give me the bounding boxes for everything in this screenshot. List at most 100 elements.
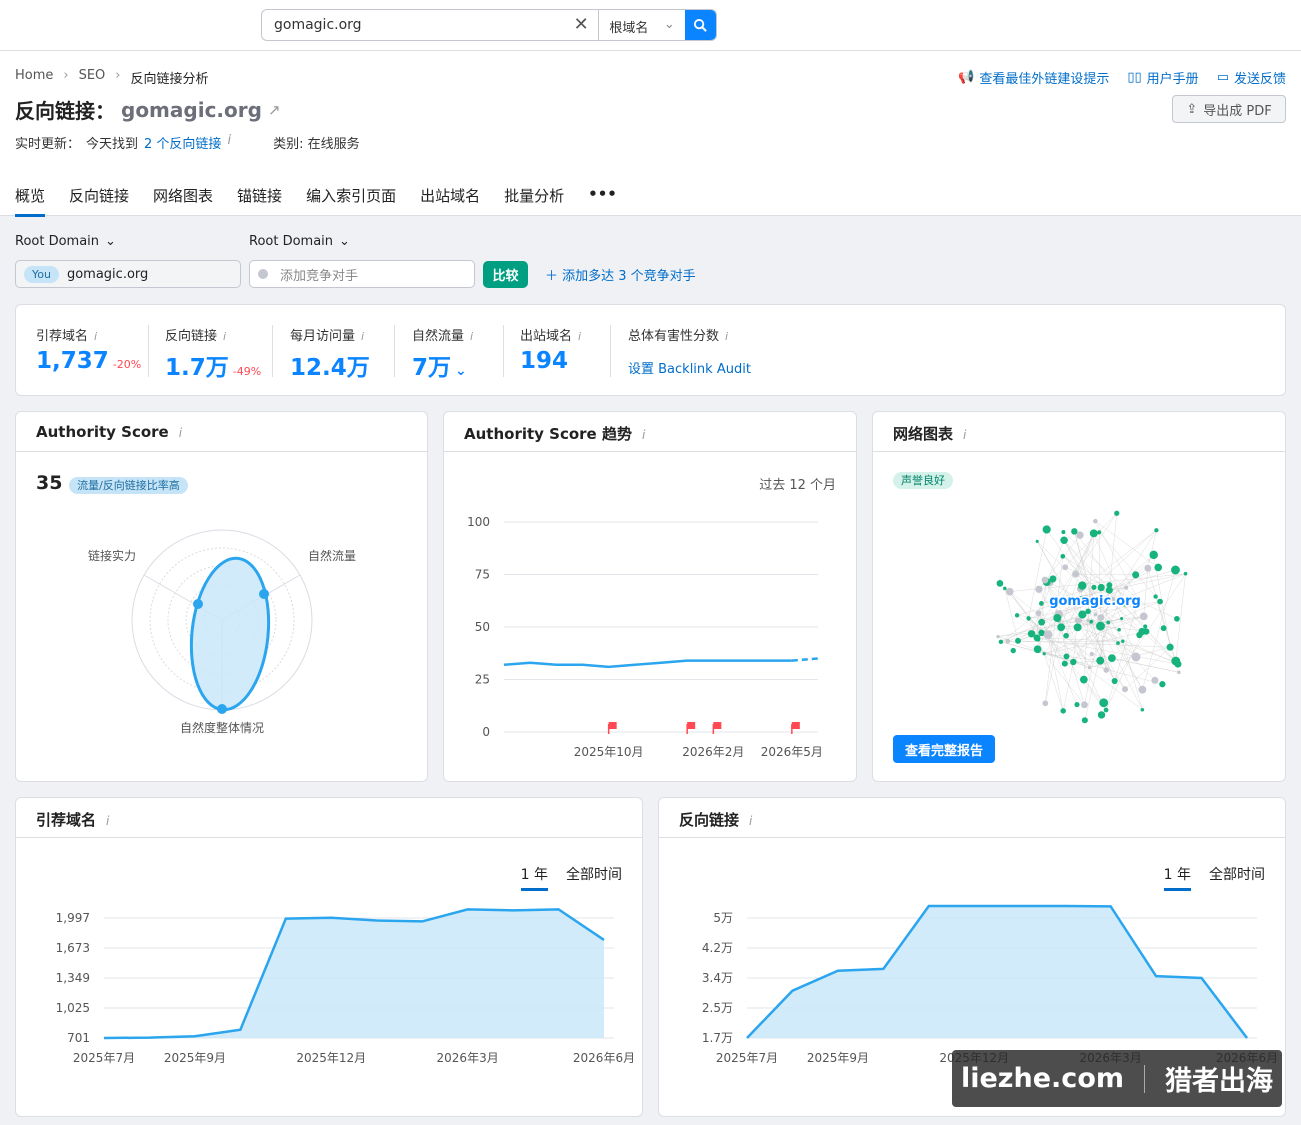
search-button[interactable] [684, 10, 716, 40]
tips-link[interactable]: 📢 查看最佳外链建设提示 [958, 68, 1109, 87]
tab-overview[interactable]: 概览 [15, 185, 46, 217]
card-title: 引荐域名 [36, 811, 97, 829]
report-tabs: 概览 反向链接 网络图表 锚链接 编入索引页面 出站域名 批量分析 ••• [15, 185, 617, 217]
more-tabs-icon[interactable]: ••• [588, 185, 617, 217]
graph-edge [1062, 556, 1110, 586]
period-label: 过去 12 个月 [759, 478, 836, 493]
ratio-badge: 流量/反向链接比率高 [69, 477, 188, 494]
new-backlinks-link[interactable]: 2 个反向链接 [144, 133, 221, 152]
flag-marker [713, 722, 722, 729]
graph-node [1089, 529, 1098, 538]
search-input[interactable]: gomagic.org [262, 10, 572, 40]
scope-select[interactable]: 根域名 ⌄ [598, 10, 684, 40]
graph-node [1097, 711, 1106, 719]
range-all[interactable]: 全部时间 [566, 864, 622, 891]
compare-button[interactable]: 比较 [483, 261, 528, 288]
graph-node [1043, 630, 1053, 640]
graph-node [1062, 564, 1069, 571]
backlink-audit-link[interactable]: 设置 Backlink Audit [628, 362, 751, 377]
radar-chart: 链接实力 自然流量 自然度整体情况 [88, 529, 356, 735]
graph-node [1114, 510, 1120, 516]
graph-edge [1109, 513, 1118, 591]
info-icon[interactable]: i [179, 426, 182, 440]
you-badge: You [24, 265, 59, 283]
external-link-icon[interactable]: ↗ [268, 101, 281, 119]
info-icon[interactable]: i [361, 330, 364, 343]
root-domain-select-1[interactable]: Root Domain ⌄ [15, 234, 116, 249]
info-icon[interactable]: i [227, 133, 231, 152]
info-icon[interactable]: i [94, 330, 97, 343]
network-graph[interactable]: gomagic.org [873, 484, 1286, 734]
info-icon[interactable]: i [963, 428, 966, 442]
info-icon[interactable]: i [749, 814, 752, 828]
tab-backlinks[interactable]: 反向链接 [69, 185, 129, 217]
metric-backlinks[interactable]: 反向链接 i 1.7万 -49% [165, 325, 261, 382]
graph-node [1120, 616, 1124, 621]
graph-node [1159, 681, 1166, 688]
graph-node [1074, 702, 1080, 708]
info-icon[interactable]: i [470, 330, 473, 343]
breadcrumb-seo[interactable]: SEO [79, 68, 106, 87]
graph-node [1089, 651, 1094, 657]
export-pdf-button[interactable]: ⇪ 导出成 PDF [1172, 95, 1286, 123]
root-domain-select-2[interactable]: Root Domain ⌄ [249, 234, 350, 249]
range-1y[interactable]: 1 年 [1163, 864, 1191, 891]
info-icon[interactable]: i [642, 428, 645, 442]
range-1y[interactable]: 1 年 [520, 864, 548, 891]
referring-domains-card: 引荐域名 i 1 年全部时间 701 1,025 1,349 1,673 1,997 202… [15, 797, 643, 1117]
network-card: 网络图表 i 声誉良好 gomagic.org 查看完整报告 [872, 411, 1286, 782]
tab-anchors[interactable]: 锚链接 [237, 185, 282, 217]
you-domain-field[interactable]: You gomagic.org [15, 260, 241, 288]
radar-point[interactable] [217, 704, 227, 714]
graph-node [1053, 614, 1062, 622]
graph-node [1086, 618, 1090, 623]
card-title: Authority Score [36, 423, 169, 441]
graph-node [1144, 564, 1152, 572]
flag-marker [608, 722, 617, 729]
metric-referring-domains[interactable]: 引荐域名 i 1,737 -20% [36, 325, 141, 374]
info-icon[interactable]: i [725, 330, 728, 343]
tab-indexed-pages[interactable]: 编入索引页面 [306, 185, 396, 217]
y-tick-label: 1,673 [56, 941, 90, 955]
tab-bulk[interactable]: 批量分析 [504, 185, 564, 217]
radar-point[interactable] [259, 589, 269, 599]
tab-network[interactable]: 网络图表 [153, 185, 213, 217]
graph-node [1010, 647, 1016, 654]
graph-node [1177, 670, 1181, 675]
page-title: 反向链接： gomagic.org ↗ [15, 97, 281, 124]
plus-icon: ＋ [545, 269, 563, 284]
graph-node [1078, 581, 1087, 590]
radar-point[interactable] [193, 599, 203, 609]
x-tick-label: 2025年7月 [73, 1051, 135, 1065]
manual-link[interactable]: ▯▯ 用户手册 [1127, 68, 1198, 87]
title-domain[interactable]: gomagic.org [121, 98, 262, 122]
tab-outbound[interactable]: 出站域名 [420, 185, 480, 217]
y-tick-label: 4.2万 [702, 941, 733, 955]
metric-outbound-domains[interactable]: 出站域名 i 194 [520, 325, 581, 374]
full-report-button[interactable]: 查看完整报告 [893, 735, 995, 763]
range-all[interactable]: 全部时间 [1209, 864, 1265, 891]
graph-node [1003, 586, 1007, 591]
metric-organic-traffic[interactable]: 自然流量 i 7万 ⌄ [412, 325, 473, 382]
info-icon[interactable]: i [106, 814, 109, 828]
info-icon[interactable]: i [578, 330, 581, 343]
graph-edge [1143, 568, 1149, 617]
chevron-down-icon[interactable]: ⌄ [455, 363, 467, 379]
x-tick-label: 2025年7月 [716, 1051, 778, 1065]
graph-node [1111, 677, 1118, 685]
graph-node [1140, 707, 1145, 712]
metric-monthly-visits[interactable]: 每月访问量 i 12.4万 [290, 325, 370, 382]
y-tick-label: 1.7万 [702, 1031, 733, 1045]
page-header: Home › SEO › 反向链接分析 📢 查看最佳外链建设提示 ▯▯ 用户手册 ▭ 发送… [0, 51, 1301, 217]
graph-node [1117, 628, 1121, 632]
graph-node [1063, 653, 1070, 660]
feedback-link[interactable]: ▭ 发送反馈 [1217, 68, 1286, 87]
add-competitors-link[interactable]: ＋ 添加多达 3 个竞争对手 [545, 265, 696, 284]
graph-node [1038, 601, 1044, 606]
clear-icon[interactable]: ✕ [572, 10, 590, 40]
info-icon[interactable]: i [223, 330, 226, 343]
graph-node [1160, 625, 1167, 632]
competitor-input[interactable]: 添加竞争对手 [249, 260, 475, 288]
breadcrumb-home[interactable]: Home [15, 68, 53, 87]
y-tick-label: 75 [475, 568, 490, 582]
